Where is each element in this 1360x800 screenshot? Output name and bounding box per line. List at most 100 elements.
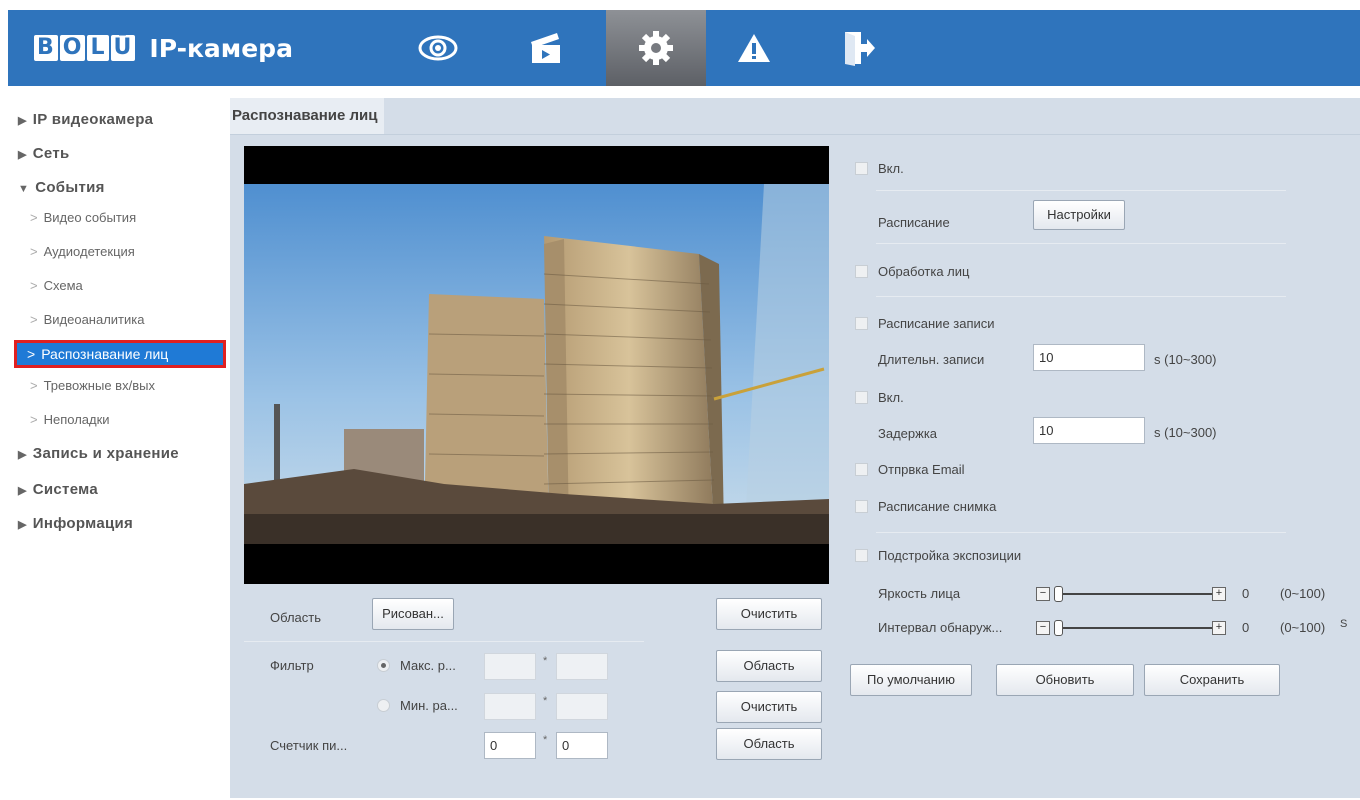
divider [244, 641, 644, 642]
min-height-input[interactable] [556, 693, 608, 720]
email-checkbox[interactable] [855, 463, 868, 476]
max-height-input[interactable] [556, 653, 608, 680]
delay-label: Задержка [878, 426, 938, 441]
divider [876, 296, 1286, 297]
max-width-input[interactable] [484, 653, 536, 680]
schedule-label: Расписание [878, 215, 950, 230]
face-brightness-label: Яркость лица [878, 586, 961, 601]
triangle-right-icon: ▶ [18, 115, 27, 127]
logo: BOLŪ IP-камера [34, 32, 293, 64]
tab-divider [230, 134, 1360, 135]
chevron-right-icon: > [30, 244, 38, 259]
triangle-right-icon: ▶ [18, 149, 27, 161]
exposure-checkbox[interactable] [855, 549, 868, 562]
sidebar-sub-audio-detection[interactable]: > Аудиодетекция [30, 244, 135, 259]
top-bar: BOLŪ IP-камера [8, 10, 1360, 86]
snapshot-label: Расписание снимка [878, 499, 997, 514]
area-button[interactable]: Область [716, 650, 822, 682]
sidebar-item-network[interactable]: ▶ Сеть [18, 145, 70, 162]
enable-2-checkbox[interactable] [855, 391, 868, 404]
delay-input[interactable]: 10 [1033, 417, 1145, 444]
chevron-right-icon: > [30, 312, 38, 327]
sidebar-sub-scheme[interactable]: > Схема [30, 278, 83, 293]
detect-interval-label: Интервал обнаруж... [878, 620, 1003, 635]
warning-icon[interactable] [720, 10, 788, 86]
face-processing-checkbox[interactable] [855, 265, 868, 278]
sidebar-item-info[interactable]: ▶ Информация [18, 515, 133, 532]
exposure-label: Подстройка экспозиции [878, 548, 1022, 563]
enable-2-label: Вкл. [878, 390, 904, 405]
triangle-right-icon: ▶ [18, 449, 27, 461]
video-preview[interactable] [244, 146, 829, 584]
clapperboard-icon[interactable] [512, 10, 580, 86]
pixel-counter-height[interactable]: 0 [556, 732, 608, 759]
logout-icon[interactable] [824, 10, 892, 86]
filter-label: Фильтр [270, 658, 314, 673]
chevron-right-icon: > [30, 378, 38, 393]
face-processing-label: Обработка лиц [878, 264, 970, 279]
snapshot-checkbox[interactable] [855, 500, 868, 513]
refresh-button[interactable]: Обновить [996, 664, 1134, 696]
eye-icon[interactable] [404, 10, 472, 86]
chevron-right-icon: > [30, 210, 38, 225]
chevron-right-icon: > [30, 412, 38, 427]
record-duration-label: Длительн. записи [878, 352, 985, 367]
min-size-label: Мин. ра... [400, 698, 458, 713]
detect-interval-range: (0~100) [1280, 620, 1326, 635]
record-schedule-checkbox[interactable] [855, 317, 868, 330]
times-sign: * [543, 695, 548, 707]
minus-icon[interactable]: − [1036, 587, 1050, 601]
camera-scene-image [244, 184, 829, 544]
default-button[interactable]: По умолчанию [850, 664, 972, 696]
area-button-2[interactable]: Область [716, 728, 822, 760]
chevron-right-icon: > [27, 346, 36, 362]
area-label: Область [270, 610, 322, 625]
face-brightness-range: (0~100) [1280, 586, 1326, 601]
sidebar-sub-alarm-io[interactable]: > Тревожные вх/вых [30, 378, 155, 393]
pixel-counter-label: Счетчик пи... [270, 738, 348, 753]
app-title: IP-камера [149, 33, 293, 63]
sidebar-sub-video-analytics[interactable]: > Видеоаналитика [30, 312, 144, 327]
plus-icon[interactable]: + [1212, 587, 1226, 601]
slider-track [1054, 627, 1224, 629]
triangle-right-icon: ▶ [18, 519, 27, 531]
draw-button[interactable]: Рисован... [372, 598, 454, 630]
sidebar-sub-face-recognition[interactable]: > Распознавание лиц [14, 340, 226, 368]
times-sign: * [543, 655, 548, 667]
tab-face-recognition[interactable]: Распознавание лиц [230, 98, 384, 134]
divider [876, 190, 1286, 191]
minus-icon[interactable]: − [1036, 621, 1050, 635]
triangle-right-icon: ▶ [18, 485, 27, 497]
sidebar-sub-video-events[interactable]: > Видео события [30, 210, 136, 225]
schedule-settings-button[interactable]: Настройки [1033, 200, 1125, 230]
slider-knob[interactable] [1054, 586, 1063, 602]
max-size-radio[interactable] [377, 659, 390, 672]
bolid-logo: BOLŪ [34, 35, 137, 61]
gear-icon[interactable] [606, 10, 706, 86]
save-button[interactable]: Сохранить [1144, 664, 1280, 696]
pixel-counter-width[interactable]: 0 [484, 732, 536, 759]
sidebar-item-events[interactable]: ▼ События [18, 179, 105, 196]
record-schedule-label: Расписание записи [878, 316, 995, 331]
min-size-radio[interactable] [377, 699, 390, 712]
sidebar-sub-faults[interactable]: > Неполадки [30, 412, 110, 427]
detect-interval-slider[interactable]: − + [1036, 618, 1226, 638]
sidebar-item-system[interactable]: ▶ Система [18, 481, 98, 498]
min-width-input[interactable] [484, 693, 536, 720]
clear-button[interactable]: Очистить [716, 598, 822, 630]
times-sign: * [543, 734, 548, 746]
clear-button-2[interactable]: Очистить [716, 691, 822, 723]
divider [876, 243, 1286, 244]
chevron-right-icon: > [30, 278, 38, 293]
enable-label: Вкл. [878, 161, 904, 176]
sidebar-item-recording[interactable]: ▶ Запись и хранение [18, 445, 179, 462]
sidebar-item-ip-camera[interactable]: ▶ IP видеокамера [18, 111, 153, 128]
enable-checkbox[interactable] [855, 162, 868, 175]
plus-icon[interactable]: + [1212, 621, 1226, 635]
triangle-down-icon: ▼ [18, 183, 30, 195]
slider-knob[interactable] [1054, 620, 1063, 636]
delay-range: s (10~300) [1154, 425, 1217, 440]
record-duration-input[interactable]: 10 [1033, 344, 1145, 371]
face-brightness-slider[interactable]: − + [1036, 584, 1226, 604]
detect-interval-unit: S [1340, 618, 1348, 630]
